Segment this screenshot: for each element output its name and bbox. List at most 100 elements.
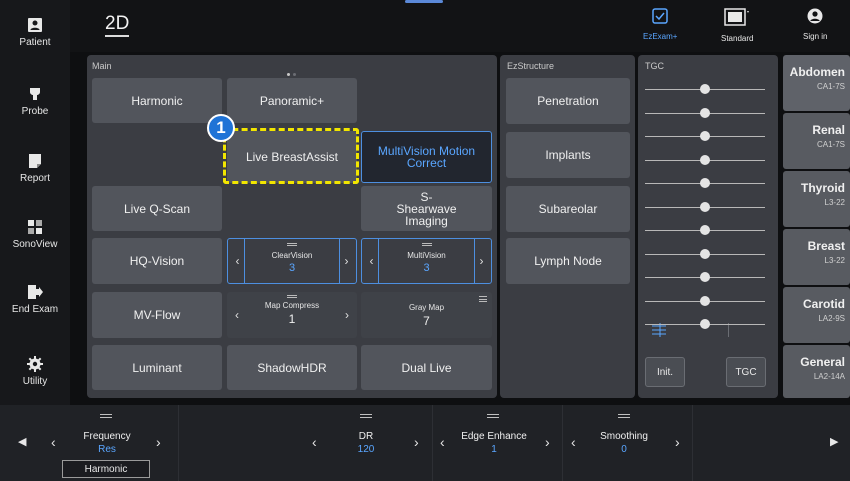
nav-utility-label: Utility [22,376,48,387]
frequency-control[interactable]: Frequency Res [72,431,142,455]
smoothing-value: 0 [621,444,627,455]
harmonic-button[interactable]: Harmonic [92,78,222,123]
tgc-slider-knob[interactable] [700,84,710,94]
tgc-slider-knob[interactable] [700,202,710,212]
tgc-slider-knob[interactable] [700,249,710,259]
frequency-mode-box[interactable]: Harmonic [62,460,150,478]
bottom-divider [178,405,179,481]
dr-value: 120 [357,444,375,455]
slider-glyph-icon [100,414,112,418]
menu-icon[interactable] [479,296,487,302]
clearvision-decrease[interactable]: ‹ [231,239,245,283]
ezexam-button[interactable]: EzExam+ [643,8,677,41]
left-nav: Patient Probe Report SonoView End Exam U… [0,0,70,405]
main-panel-title: Main [92,61,112,71]
dr-decrease[interactable]: ‹ [312,434,317,450]
clearvision-label: ClearVision [271,251,313,260]
header-bar: 2D EzExam+ Standard Sign in [70,0,850,52]
dual-live-button[interactable]: Dual Live [361,345,492,390]
live-breastassist-button[interactable]: Live BreastAssist [227,131,357,183]
report-icon [29,154,41,168]
bottom-control-bar: ◀ ‹ Frequency Res › Harmonic ‹ DR 120 › … [0,405,850,481]
multivision-stepper[interactable]: ‹ MultiVision 3 › [361,238,492,284]
gray-map-control[interactable]: Gray Map 7 [361,292,492,338]
sign-in-button[interactable]: Sign in [803,8,827,41]
tgc-slider-knob[interactable] [700,319,710,329]
shadowhdr-button[interactable]: ShadowHDR [227,345,357,390]
tgc-slider-knob[interactable] [700,178,710,188]
map-compress-increase[interactable]: › [340,292,354,338]
gray-map-value: 7 [423,314,430,328]
preset-thyroid[interactable]: Thyroid L3-22 [783,171,850,227]
panoramic-button[interactable]: Panoramic+ [227,78,357,123]
callout-badge: 1 [207,114,235,142]
nav-report[interactable]: Report [0,153,70,184]
frequency-value: Res [98,444,116,455]
nav-utility[interactable]: Utility [0,356,70,387]
patient-icon [28,18,42,32]
multivision-increase[interactable]: › [474,239,488,283]
layout-icon [724,8,750,26]
ezstructure-item[interactable]: Subareolar [506,186,630,232]
multivision-decrease[interactable]: ‹ [365,239,379,283]
slider-glyph-icon [487,414,499,418]
live-qscan-button[interactable]: Live Q-Scan [92,186,222,231]
luminant-button[interactable]: Luminant [92,345,222,390]
dr-increase[interactable]: › [414,434,419,450]
frequency-decrease[interactable]: ‹ [51,434,56,450]
tgc-button[interactable]: TGC [726,357,766,387]
bottom-next-page-icon[interactable]: ▶ [830,435,838,448]
tgc-slider-knob[interactable] [700,225,710,235]
edge-enhance-control[interactable]: Edge Enhance 1 [452,431,536,455]
tgc-slider-knob[interactable] [700,155,710,165]
tgc-init-button[interactable]: Init. [645,357,685,387]
bottom-divider [562,405,563,481]
map-compress-stepper[interactable]: ‹ Map Compress 1 › [227,292,357,338]
nav-patient[interactable]: Patient [0,17,70,48]
bottom-divider [432,405,433,481]
tgc-slider-knob[interactable] [700,272,710,282]
top-indicator [405,0,443,3]
smoothing-control[interactable]: Smoothing 0 [588,431,660,455]
preset-name: Abdomen [789,65,845,79]
preset-renal[interactable]: Renal CA1-7S [783,113,850,169]
dr-control[interactable]: DR 120 [338,431,394,455]
standard-layout-button[interactable]: Standard [721,8,753,43]
tgc-slider-knob[interactable] [700,131,710,141]
preset-abdomen[interactable]: Abdomen CA1-7S [783,55,850,111]
bottom-prev-page-icon[interactable]: ◀ [18,435,26,448]
edge-enhance-label: Edge Enhance [461,431,527,442]
multivision-motion-correct-button[interactable]: MultiVision Motion Correct [361,131,492,183]
clearvision-stepper[interactable]: ‹ ClearVision 3 › [227,238,357,284]
mv-flow-button[interactable]: MV-Flow [92,292,222,338]
hq-vision-button[interactable]: HQ-Vision [92,238,222,284]
preset-carotid[interactable]: Carotid LA2-9S [783,287,850,343]
sonoview-icon [28,220,42,234]
clearvision-increase[interactable]: › [339,239,353,283]
smoothing-increase[interactable]: › [675,434,680,450]
nav-end-exam[interactable]: End Exam [0,284,70,315]
edge-enhance-decrease[interactable]: ‹ [440,434,445,450]
ezstructure-panel: EzStructure Penetration Implants Subareo… [500,55,635,398]
smoothing-label: Smoothing [600,431,648,442]
ezstructure-item[interactable]: Implants [506,132,630,178]
preset-breast[interactable]: Breast L3-22 [783,229,850,285]
ezstructure-item[interactable]: Penetration [506,78,630,124]
preset-general[interactable]: General LA2-14A [783,345,850,398]
sign-in-label: Sign in [803,32,828,41]
bottom-pager [423,472,441,481]
tgc-slider-knob[interactable] [700,296,710,306]
user-icon [807,8,823,24]
probe-icon [30,88,40,100]
tgc-slider-knob[interactable] [700,108,710,118]
nav-sonoview[interactable]: SonoView [0,219,70,250]
preset-probe: LA2-9S [818,314,845,323]
multivision-value: 3 [423,262,430,274]
ezstructure-item[interactable]: Lymph Node [506,238,630,284]
slider-glyph-icon [287,295,297,298]
frequency-increase[interactable]: › [156,434,161,450]
shearwave-imaging-button[interactable]: S-Shearwave Imaging [361,186,492,231]
edge-enhance-increase[interactable]: › [545,434,550,450]
smoothing-decrease[interactable]: ‹ [571,434,576,450]
nav-probe[interactable]: Probe [0,86,70,117]
